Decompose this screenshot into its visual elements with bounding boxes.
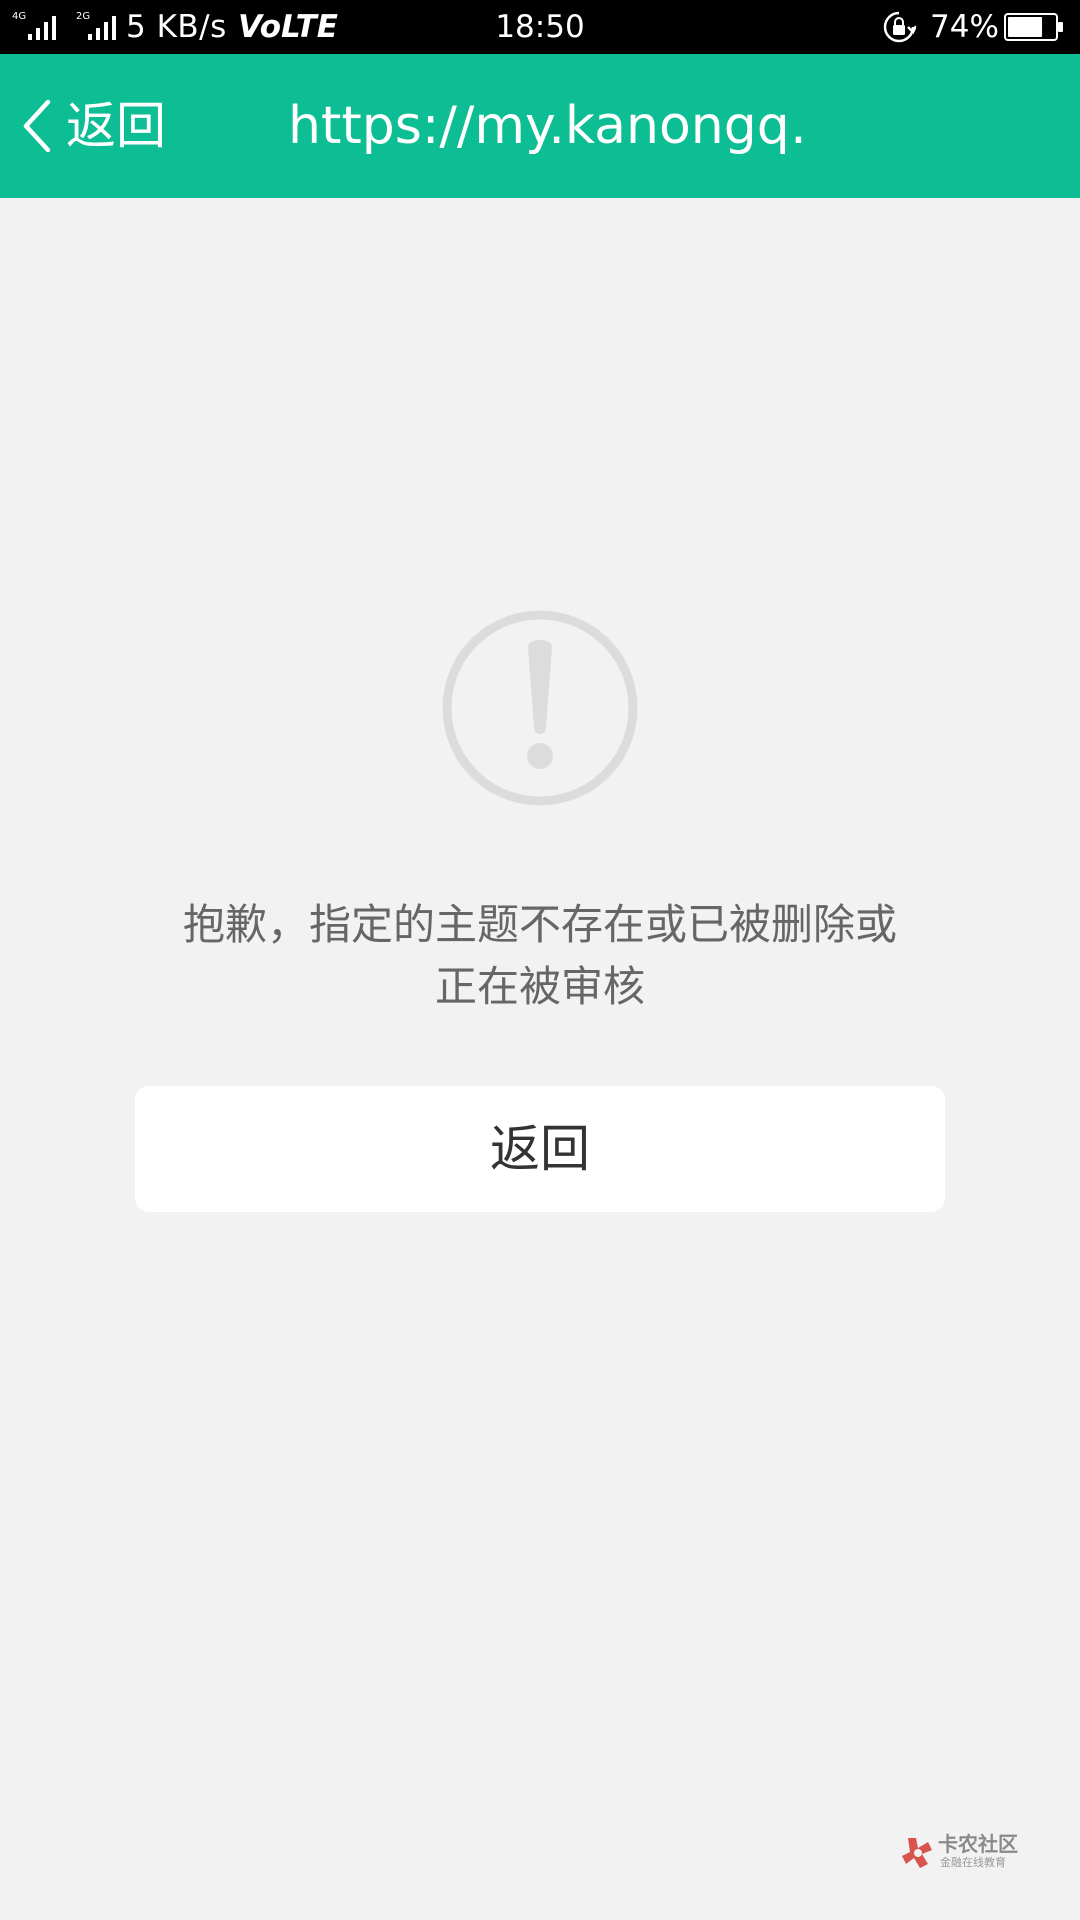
watermark-name: 卡农社区 (938, 1832, 1018, 1856)
app-header: 返回 https://my.kanongq… (0, 54, 1080, 198)
network-type-primary: 4G (12, 11, 26, 22)
back-label: 返回 (66, 97, 166, 155)
error-message-line-1: 抱歉，指定的主题不存在或已被删除或 (182, 900, 897, 949)
logo-mark-icon (902, 1838, 932, 1868)
battery-percent: 74% (930, 9, 999, 45)
clock: 18:50 (495, 9, 585, 45)
return-button[interactable]: 返回 (135, 1086, 945, 1212)
status-bar: 4G 2G 5 KB/s VoLTE 18:50 74% (0, 0, 1080, 54)
error-message-line-2: 正在被审核 (434, 962, 645, 1011)
exclamation-circle-icon (442, 610, 638, 806)
signal-icon: 4G 2G (12, 11, 116, 40)
volte-indicator: VoLTE (238, 9, 338, 45)
chevron-left-icon (23, 99, 51, 153)
main-content: 抱歉，指定的主题不存在或已被删除或 正在被审核 返回 (0, 198, 1080, 1920)
page-title: https://my.kanongq… (288, 96, 808, 156)
rotation-lock-icon (883, 11, 916, 43)
error-message: 抱歉，指定的主题不存在或已被删除或 正在被审核 (150, 894, 930, 1018)
watermark-logo: 卡农社区 金融在线教育 (900, 1832, 1020, 1872)
battery-icon (1004, 13, 1063, 41)
back-button[interactable]: 返回 (0, 54, 190, 198)
network-type-secondary: 2G (76, 11, 90, 22)
network-speed: 5 KB/s (126, 9, 227, 45)
watermark-tagline: 金融在线教育 (940, 1856, 1006, 1869)
